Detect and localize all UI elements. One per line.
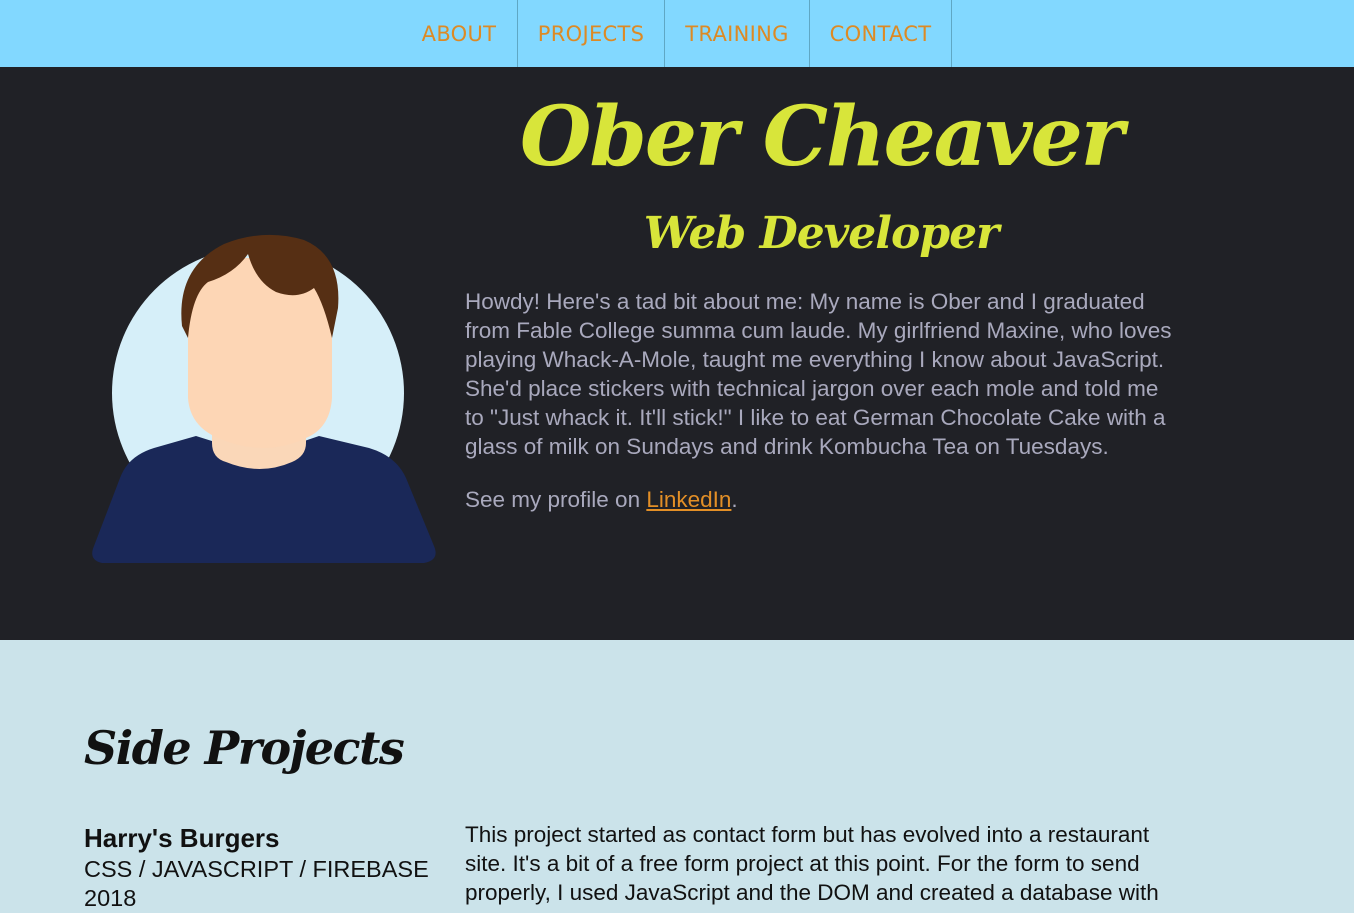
project-title: Harry's Burgers bbox=[84, 823, 280, 853]
nav-list: ABOUT PROJECTS TRAINING CONTACT bbox=[401, 0, 952, 67]
page-title: Ober Cheaver bbox=[520, 89, 1124, 185]
linkedin-link[interactable]: LinkedIn bbox=[646, 487, 731, 512]
bio-text: Howdy! Here's a tad bit about me: My nam… bbox=[465, 289, 1172, 459]
nav-training[interactable]: TRAINING bbox=[665, 0, 810, 67]
nav-projects[interactable]: PROJECTS bbox=[518, 0, 665, 67]
person-avatar-icon bbox=[92, 234, 436, 563]
job-title: Web Developer bbox=[643, 208, 1000, 259]
profile-prefix: See my profile on bbox=[465, 487, 647, 512]
profile-line: See my profile on LinkedIn. bbox=[465, 485, 1177, 514]
about-section: Ober Cheaver Web Developer Howdy! Here's… bbox=[0, 67, 1354, 640]
nav-contact[interactable]: CONTACT bbox=[810, 0, 952, 67]
projects-section: Side Projects Harry's Burgers CSS / JAVA… bbox=[0, 640, 1354, 911]
nav-about[interactable]: ABOUT bbox=[401, 0, 518, 67]
section-title: Side Projects bbox=[84, 721, 405, 775]
project-year: 2018 bbox=[84, 885, 137, 911]
profile-suffix: . bbox=[731, 487, 738, 512]
project-description: This project started as contact form but… bbox=[465, 822, 1159, 905]
top-nav: ABOUT PROJECTS TRAINING CONTACT bbox=[0, 0, 1354, 67]
project-tech: CSS / JAVASCRIPT / FIREBASE bbox=[84, 856, 429, 882]
